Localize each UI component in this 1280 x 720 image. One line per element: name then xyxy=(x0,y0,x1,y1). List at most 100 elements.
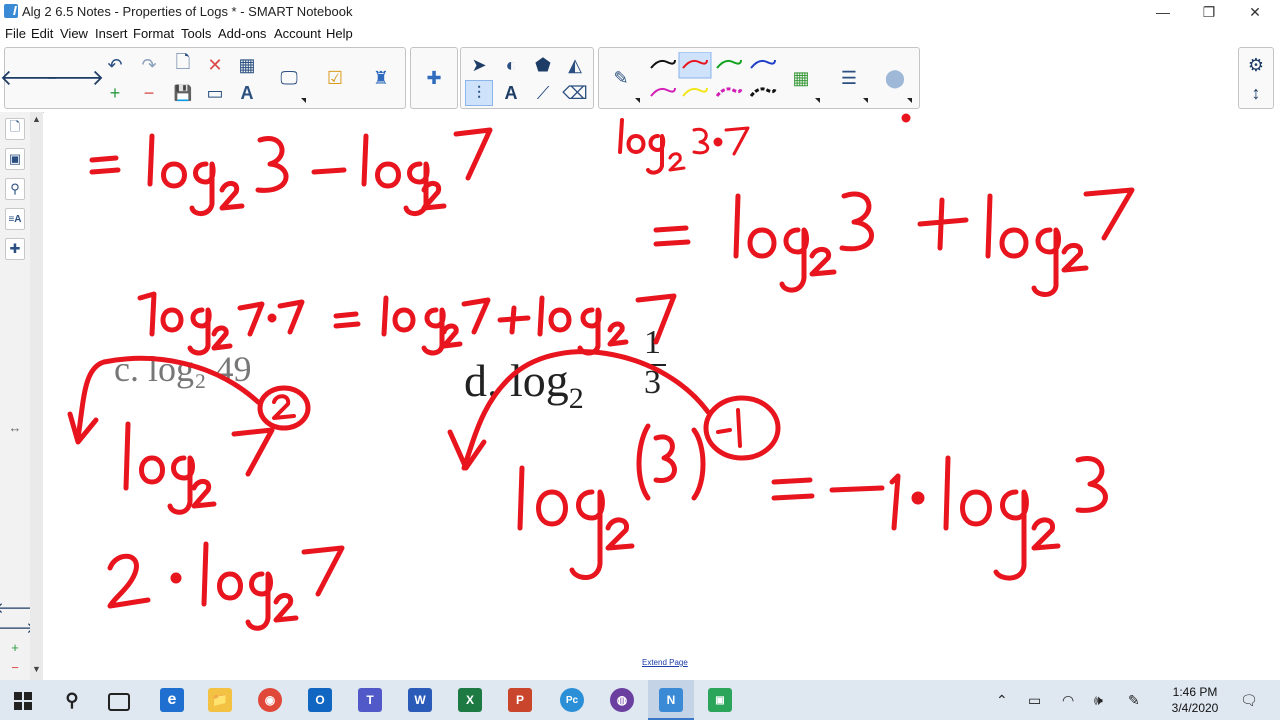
green-pen-icon[interactable] xyxy=(716,59,742,69)
menu-addons[interactable]: Add-ons xyxy=(218,26,266,41)
smart-notebook-taskbar-icon[interactable]: N xyxy=(659,688,683,712)
teams-icon[interactable]: T xyxy=(358,688,382,712)
notebook-page[interactable]: c. log₂ 49 d. log2 1 3 Extend Page xyxy=(44,112,1280,680)
edge-browser-icon[interactable]: e xyxy=(160,688,184,712)
delete-page-icon[interactable]: − xyxy=(135,80,163,106)
ink-l-1 xyxy=(147,133,155,187)
full-screen-icon[interactable]: ▭ xyxy=(201,80,229,106)
pc-app-icon[interactable]: Pc xyxy=(560,688,584,712)
tray-chevron-icon[interactable]: ⌃ xyxy=(996,680,1008,720)
ink-circle-neg1 xyxy=(703,395,781,461)
extend-page-link[interactable]: Extend Page xyxy=(642,658,688,667)
vertical-scrollbar[interactable]: ▲ ▼ xyxy=(30,112,43,680)
gallery-icon[interactable]: ▣ xyxy=(5,148,25,170)
fill-icon[interactable]: ◭ xyxy=(561,52,589,78)
text-icon[interactable]: A xyxy=(497,80,525,106)
page-sorter-icon[interactable]: 🗋 xyxy=(5,118,25,140)
properties-icon[interactable]: ☰ xyxy=(835,65,863,91)
chrome-icon[interactable]: ◉ xyxy=(258,688,282,712)
properties-tab-icon[interactable]: ≡A xyxy=(5,208,25,230)
ink-sub-2-7 xyxy=(607,321,629,347)
excel-icon[interactable]: X xyxy=(458,688,482,712)
file-explorer-icon[interactable]: 📁 xyxy=(208,688,232,712)
ink-3-1 xyxy=(255,136,289,193)
notifications-icon[interactable]: 🗨 xyxy=(1240,680,1258,720)
forward-arrow-icon[interactable]: 🡒 xyxy=(46,65,105,91)
outlook-icon[interactable]: O xyxy=(308,688,332,712)
menu-help[interactable]: Help xyxy=(326,26,353,41)
expand-panel-icon[interactable]: ↔ xyxy=(5,416,25,438)
ink-l-2 xyxy=(361,133,369,187)
previous-page-icon[interactable]: 🡐 xyxy=(0,596,35,618)
magenta-pen-icon[interactable] xyxy=(650,87,676,97)
word-icon[interactable]: W xyxy=(408,688,432,712)
color-grid-icon[interactable]: ▦ xyxy=(787,65,815,91)
table-icon[interactable]: ▦ xyxy=(233,52,261,78)
flexi-camera-icon[interactable]: ▣ xyxy=(708,688,732,712)
wifi-icon[interactable]: ◠ xyxy=(1062,680,1074,720)
menu-insert[interactable]: Insert xyxy=(95,26,128,41)
delete-page-side-icon[interactable]: − xyxy=(5,656,25,678)
screen-capture-icon[interactable]: 🖵 xyxy=(275,65,303,91)
add-page-icon[interactable]: + xyxy=(101,80,129,106)
volume-icon[interactable]: 🕪 xyxy=(1094,680,1103,720)
windows-start-icon[interactable] xyxy=(14,692,32,710)
menu-tools[interactable]: Tools xyxy=(181,26,211,41)
font-icon[interactable]: A xyxy=(233,80,261,106)
scroll-down-icon[interactable]: ▼ xyxy=(32,664,41,674)
yellow-pen-icon[interactable] xyxy=(682,87,708,97)
magenta-highlighter-icon[interactable] xyxy=(715,87,743,97)
system-clock[interactable]: 1:46 PM 3/4/2020 xyxy=(1160,684,1230,716)
black-pen-icon[interactable] xyxy=(650,59,676,69)
search-icon[interactable]: ⚲ xyxy=(60,688,84,712)
redo-icon[interactable]: ↷ xyxy=(135,52,163,78)
addons-tab-icon[interactable]: ✚ xyxy=(5,238,25,260)
menu-file[interactable]: File xyxy=(5,26,26,41)
undo-icon[interactable]: ↶ xyxy=(101,52,129,78)
ink-neg-sign xyxy=(829,485,885,493)
settings-gear-icon[interactable]: ⚙ xyxy=(1242,52,1270,78)
toolbar-move-icon[interactable]: ↕ xyxy=(1242,80,1270,106)
new-page-icon[interactable]: 🗋 xyxy=(169,52,197,78)
attachments-icon[interactable]: ⚲ xyxy=(5,178,25,200)
response-icon[interactable]: ☑ xyxy=(321,65,349,91)
color-wheel-app-icon[interactable]: ◍ xyxy=(610,688,634,712)
multi-select-icon[interactable]: ⫶ xyxy=(465,80,493,106)
shapes-icon[interactable]: ◐ xyxy=(497,52,525,78)
menu-edit[interactable]: Edit xyxy=(31,26,53,41)
save-icon[interactable]: 💾 xyxy=(169,80,197,106)
close-button[interactable]: ✕ xyxy=(1232,0,1278,24)
addons-puzzle-icon[interactable]: ✚ xyxy=(420,65,448,91)
ink-g-8 xyxy=(167,455,195,515)
blue-pen-icon[interactable] xyxy=(750,59,776,69)
side-panel: 🗋 ▣ ⚲ ≡A ✚ ↔ 🡐 🡒 + − xyxy=(0,112,35,680)
dropdown-triangle-icon xyxy=(635,98,640,103)
battery-icon[interactable]: ▭ xyxy=(1028,680,1041,720)
magic-pen-icon[interactable]: ⬤ xyxy=(881,65,909,91)
shape-eraser-icon[interactable]: ⬟ xyxy=(529,52,557,78)
powerpoint-icon[interactable]: P xyxy=(508,688,532,712)
delete-icon[interactable]: ✕ xyxy=(201,52,229,78)
pen-icon[interactable]: ✎ xyxy=(607,65,635,91)
back-arrow-icon[interactable]: 🡐 xyxy=(0,65,59,91)
ink-7-7 xyxy=(231,427,275,477)
ink-minus xyxy=(311,167,347,175)
menu-view[interactable]: View xyxy=(60,26,88,41)
next-page-icon[interactable]: 🡒 xyxy=(0,616,35,638)
lab-activity-icon[interactable]: ♜ xyxy=(367,65,395,91)
pen-workspace-icon[interactable]: ✎ xyxy=(1128,680,1140,720)
black-dashed-pen-icon[interactable] xyxy=(749,87,777,97)
add-page-side-icon[interactable]: + xyxy=(5,636,25,658)
menu-format[interactable]: Format xyxy=(133,26,174,41)
line-icon[interactable]: ⟋ xyxy=(529,80,557,106)
toolbar: 🡐 🡒 ↶ ↷ 🗋 ✕ ▦ + − 💾 ▭ A 🖵 ☑ ♜ ✚ ➤ ◐ ⬟ ◭ … xyxy=(0,44,1280,113)
dropdown-triangle-icon xyxy=(301,98,306,103)
select-arrow-icon[interactable]: ➤ xyxy=(465,52,493,78)
menu-account[interactable]: Account xyxy=(274,26,321,41)
dropdown-triangle-icon xyxy=(815,98,820,103)
eraser-icon[interactable]: ⌫ xyxy=(561,80,589,106)
minimize-button[interactable]: — xyxy=(1140,0,1186,24)
scroll-up-icon[interactable]: ▲ xyxy=(32,114,41,124)
restore-button[interactable]: ❐ xyxy=(1186,0,1232,24)
task-view-icon[interactable] xyxy=(108,693,130,711)
